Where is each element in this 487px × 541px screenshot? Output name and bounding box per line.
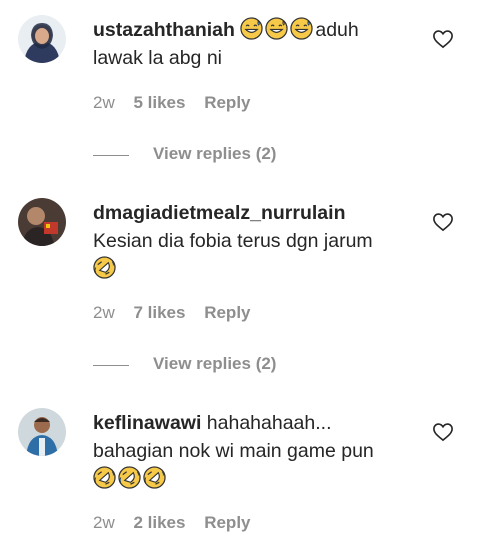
divider [93, 365, 129, 366]
comment-text: hahahahaah... [206, 412, 332, 434]
divider [93, 155, 129, 156]
avatar[interactable] [18, 408, 66, 456]
likes-count[interactable]: 7 likes [133, 303, 185, 322]
comment-username[interactable]: keflinawawi [93, 412, 201, 434]
likes-count[interactable]: 5 likes [133, 93, 185, 112]
avatar[interactable] [18, 15, 66, 63]
comment-time: 2w [93, 303, 115, 322]
comment-username[interactable]: ustazahthaniah [93, 19, 235, 41]
likes-count[interactable]: 2 likes [133, 513, 185, 532]
comment-time: 2w [93, 93, 115, 112]
comment-username[interactable]: dmagiadietmealz_nurrulain [93, 202, 345, 224]
heart-icon[interactable] [432, 422, 454, 442]
comment-text: Kesian dia fobia terus dgn jarum [93, 230, 373, 252]
comment-text: lawak la abg ni [93, 47, 222, 69]
reply-button[interactable]: Reply [204, 513, 250, 532]
rolling-laughing-icon [93, 466, 116, 489]
heart-icon[interactable] [432, 29, 454, 49]
grinning-sweat-icon [290, 17, 313, 40]
comment-text: aduh [315, 19, 359, 41]
view-replies-label: View replies (2) [153, 354, 277, 373]
reply-button[interactable]: Reply [204, 93, 250, 112]
view-replies-label: View replies (2) [153, 144, 277, 163]
comment-time: 2w [93, 513, 115, 532]
grinning-sweat-icon [240, 17, 263, 40]
rolling-laughing-icon [93, 256, 116, 279]
heart-icon[interactable] [432, 212, 454, 232]
reply-button[interactable]: Reply [204, 303, 250, 322]
rolling-laughing-icon [118, 466, 141, 489]
rolling-laughing-icon [143, 466, 166, 489]
comment-text: bahagian nok wi main game pun [93, 440, 374, 462]
avatar[interactable] [18, 198, 66, 246]
grinning-sweat-icon [265, 17, 288, 40]
